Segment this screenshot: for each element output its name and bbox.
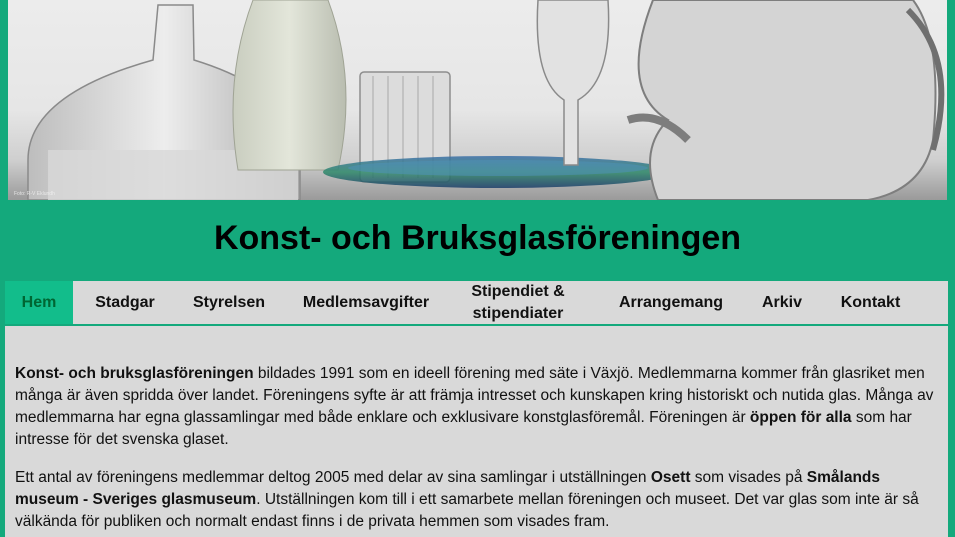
glass-vessels-photo [27,0,945,200]
nav-item-medlemsavgifter[interactable]: Medlemsavgifter [281,281,451,324]
nav-label: Hem [21,293,57,311]
nav-label: Arrangemang [618,293,724,311]
nav-label: Arkiv [761,293,803,311]
intro-paragraph: Konst- och bruksglasföreningen bildades … [15,363,938,451]
nav-label: Styrelsen [192,293,266,311]
nav-label: Stipendiet & [471,282,565,300]
nav-item-arrangemang[interactable]: Arrangemang [585,281,757,324]
nav-label: Medlemsavgifter [302,293,430,311]
main-nav: Hem Stadgar Styrelsen Medlemsavgifter St… [5,281,948,324]
nav-item-hem[interactable]: Hem [5,281,73,324]
paragraph-text: Ett antal av föreningens medlemmar delto… [15,469,651,486]
nav-label: Stadgar [95,293,155,311]
main-content: Konst- och bruksglasföreningen bildades … [5,326,948,537]
bold-text: Konst- och bruksglasföreningen [15,365,254,382]
photo-credit: Foto: R-V Eklundh [14,191,55,197]
site-title: Konst- och Bruksglasföreningen [213,219,742,257]
nav-item-kontakt[interactable]: Kontakt [807,281,934,324]
bold-text: Osett [650,469,691,486]
nav-item-stadgar[interactable]: Stadgar [73,281,177,324]
nav-label: Kontakt [840,293,901,311]
exhibition-paragraph: Ett antal av föreningens medlemmar delto… [15,467,938,533]
paragraph-text: som visades på [690,469,807,486]
nav-item-styrelsen[interactable]: Styrelsen [177,281,281,324]
banner-image: Foto: R-V Eklundh [8,0,947,200]
nav-item-arkiv[interactable]: Arkiv [757,281,807,324]
bold-text: öppen för alla [749,409,852,426]
nav-label-line2: stipendiater [472,304,564,322]
nav-item-stipendiet[interactable]: Stipendiet & stipendiater [451,281,585,324]
